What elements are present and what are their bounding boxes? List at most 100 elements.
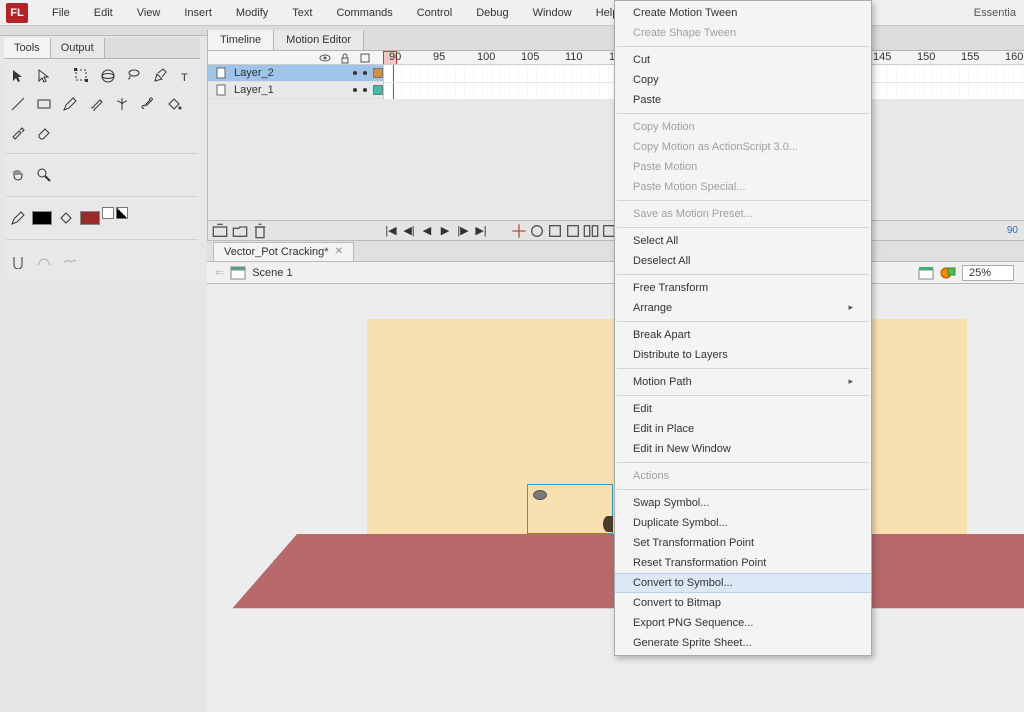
menu-view[interactable]: View <box>125 3 173 23</box>
context-menu-item[interactable]: Deselect All <box>615 251 871 271</box>
tab-tools[interactable]: Tools <box>4 38 51 58</box>
straighten-icon[interactable] <box>58 250 82 272</box>
menu-modify[interactable]: Modify <box>224 3 280 23</box>
swap-colors-icon[interactable] <box>116 207 128 219</box>
context-menu-item[interactable]: Create Motion Tween <box>615 3 871 23</box>
context-menu-item: Copy Motion <box>615 117 871 137</box>
context-menu-item[interactable]: Set Transformation Point <box>615 533 871 553</box>
menu-window[interactable]: Window <box>521 3 584 23</box>
eyedropper-tool[interactable] <box>6 121 30 143</box>
play-back-button[interactable]: ◀ <box>419 223 435 239</box>
menu-commands[interactable]: Commands <box>324 3 404 23</box>
context-menu-item[interactable]: Distribute to Layers <box>615 345 871 365</box>
document-tab[interactable]: Vector_Pot Cracking* ✕ <box>213 242 354 261</box>
line-tool[interactable] <box>6 93 30 115</box>
pen-tool[interactable] <box>148 65 172 87</box>
loop-button[interactable] <box>529 223 545 239</box>
context-menu-item[interactable]: Edit in New Window <box>615 439 871 459</box>
layer-visible-dot[interactable] <box>353 71 357 75</box>
context-menu-item[interactable]: Paste <box>615 90 871 110</box>
context-menu-item[interactable]: Motion Path <box>615 372 871 392</box>
tab-output[interactable]: Output <box>51 38 105 58</box>
pot-fragment-shape[interactable] <box>603 516 613 532</box>
scene-name[interactable]: Scene 1 <box>252 267 292 279</box>
context-menu-item[interactable]: Reset Transformation Point <box>615 553 871 573</box>
text-tool[interactable]: T <box>174 65 198 87</box>
context-menu-item[interactable]: Free Transform <box>615 278 871 298</box>
context-menu-item[interactable]: Convert to Bitmap <box>615 593 871 613</box>
ruler-tick: 100 <box>477 51 495 63</box>
black-and-white-icon[interactable] <box>102 207 114 219</box>
layer-outline-swatch[interactable] <box>373 85 383 95</box>
brush-tool[interactable] <box>84 93 108 115</box>
workspace-switcher[interactable]: Essentia <box>974 7 1016 19</box>
eraser-tool[interactable] <box>32 121 56 143</box>
layer-outline-swatch[interactable] <box>373 68 383 78</box>
onion-skin-outlines-button[interactable] <box>565 223 581 239</box>
onion-skin-button[interactable] <box>547 223 563 239</box>
ruler-tick: 110 <box>565 51 583 63</box>
deco-tool[interactable] <box>110 93 134 115</box>
pencil-tool[interactable] <box>58 93 82 115</box>
context-menu-item[interactable]: Break Apart <box>615 325 871 345</box>
layer-visible-dot[interactable] <box>353 88 357 92</box>
context-menu-item[interactable]: Select All <box>615 231 871 251</box>
fill-color-swatch[interactable] <box>80 211 100 225</box>
menu-edit[interactable]: Edit <box>82 3 125 23</box>
new-layer-button[interactable] <box>212 223 228 239</box>
bone-tool[interactable] <box>136 93 160 115</box>
context-menu-item[interactable]: Swap Symbol... <box>615 493 871 513</box>
context-menu-item: Save as Motion Preset... <box>615 204 871 224</box>
stroke-color-swatch[interactable] <box>32 211 52 225</box>
context-menu-item[interactable]: Cut <box>615 50 871 70</box>
back-arrow-icon: ⇐ <box>215 266 224 279</box>
layer-row[interactable]: Layer_1 <box>208 82 383 99</box>
step-forward-button[interactable]: |▶ <box>455 223 471 239</box>
lasso-tool[interactable] <box>122 65 146 87</box>
smooth-icon[interactable] <box>32 250 56 272</box>
pebble-shape[interactable] <box>533 490 547 500</box>
context-menu-item[interactable]: Generate Sprite Sheet... <box>615 633 871 653</box>
menu-text[interactable]: Text <box>280 3 324 23</box>
context-menu-item[interactable]: Edit <box>615 399 871 419</box>
step-back-button[interactable]: ◀| <box>401 223 417 239</box>
tab-motion-editor[interactable]: Motion Editor <box>274 30 364 50</box>
context-menu-item[interactable]: Copy <box>615 70 871 90</box>
play-button[interactable]: ▶ <box>437 223 453 239</box>
lock-column-icon[interactable] <box>339 52 351 64</box>
zoom-tool[interactable] <box>32 164 56 186</box>
outline-column-icon[interactable] <box>359 52 371 64</box>
edit-multiple-frames-button[interactable] <box>583 223 599 239</box>
free-transform-tool[interactable] <box>70 65 94 87</box>
layer-lock-dot[interactable] <box>363 88 367 92</box>
visibility-column-icon[interactable] <box>319 52 331 64</box>
menu-file[interactable]: File <box>40 3 82 23</box>
hand-tool[interactable] <box>6 164 30 186</box>
paint-bucket-tool[interactable] <box>162 93 186 115</box>
snap-to-objects-icon[interactable] <box>6 250 30 272</box>
context-menu-item[interactable]: Arrange <box>615 298 871 318</box>
menu-control[interactable]: Control <box>405 3 464 23</box>
zoom-level-input[interactable]: 25% <box>962 265 1014 281</box>
new-folder-button[interactable] <box>232 223 248 239</box>
context-menu-item[interactable]: Convert to Symbol... <box>615 573 871 593</box>
3d-rotation-tool[interactable] <box>96 65 120 87</box>
menu-insert[interactable]: Insert <box>172 3 224 23</box>
context-menu-item[interactable]: Export PNG Sequence... <box>615 613 871 633</box>
close-document-icon[interactable]: ✕ <box>335 246 343 257</box>
goto-first-frame-button[interactable]: |◀ <box>383 223 399 239</box>
selection-tool[interactable] <box>6 65 30 87</box>
layer-lock-dot[interactable] <box>363 71 367 75</box>
layer-row[interactable]: Layer_2 <box>208 65 383 82</box>
rectangle-tool[interactable] <box>32 93 56 115</box>
edit-symbols-icon[interactable] <box>940 266 956 280</box>
context-menu-item[interactable]: Edit in Place <box>615 419 871 439</box>
subselection-tool[interactable] <box>32 65 56 87</box>
context-menu-item[interactable]: Duplicate Symbol... <box>615 513 871 533</box>
tab-timeline[interactable]: Timeline <box>208 30 274 50</box>
center-frame-button[interactable] <box>511 223 527 239</box>
menu-debug[interactable]: Debug <box>464 3 520 23</box>
goto-last-frame-button[interactable]: ▶| <box>473 223 489 239</box>
delete-layer-button[interactable] <box>252 223 268 239</box>
edit-scene-icon[interactable] <box>918 266 934 280</box>
